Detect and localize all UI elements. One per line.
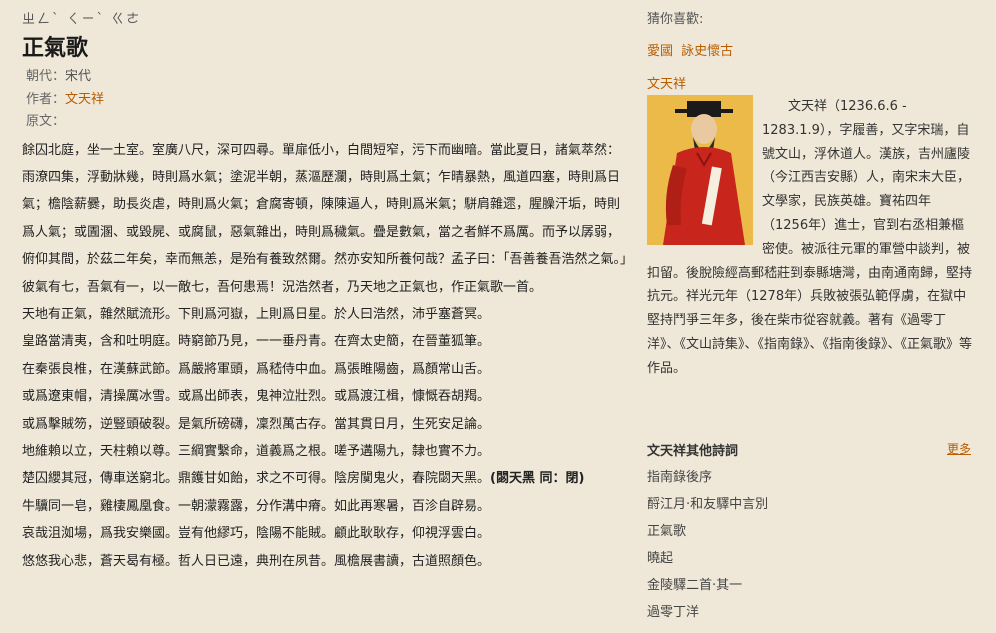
poem-annotation: (閟天黑 同：閉) — [490, 471, 585, 487]
page-title: 正氣歌 — [22, 36, 89, 61]
list-item: 金陵驛二首·其一 — [647, 572, 977, 599]
poem-line: 地維賴以立，天柱賴以尊。三綱實繫命，道義爲之根。嗟予遘陽九，隸也實不力。 — [22, 443, 491, 459]
poem-line: 牛驥同一皂，雞棲鳳凰食。一朝濛霧露，分作溝中瘠。如此再寒暑，百沴自辟易。 — [22, 498, 491, 514]
poem-line: 哀哉沮洳場，爲我安樂國。豈有他繆巧，陰陽不能賊。顧此耿耿存，仰視浮雲白。 — [22, 526, 491, 542]
other-poems-list: 指南錄後序 酹江月·和友驛中言別 正氣歌 曉起 金陵驛二首·其一 過零丁洋 — [647, 464, 977, 626]
author-portrait[interactable] — [647, 95, 753, 245]
poem-link[interactable]: 正氣歌 — [647, 524, 686, 539]
poem-link[interactable]: 指南錄後序 — [647, 470, 712, 485]
more-link[interactable]: 更多 — [947, 440, 971, 457]
list-item: 指南錄後序 — [647, 464, 977, 491]
tag-list: 愛國 詠史懷古 — [647, 40, 977, 59]
recommend-heading: 猜你喜歡: — [647, 12, 704, 27]
poem-line: 天地有正氣，雜然賦流形。下則爲河嶽，上則爲日星。於人曰浩然，沛乎塞蒼冥。 — [22, 306, 491, 322]
list-item: 過零丁洋 — [647, 599, 977, 626]
title-zhuyin: ㄓㄥˋ ㄑㄧˋ ㄍㄜ — [22, 12, 142, 27]
poem-preface: 餘囚北庭，坐一土室。室廣八尺，深可四尋。單扉低小，白間短窄，污下而幽暗。當此夏日… — [22, 142, 627, 295]
poem-main: ㄓㄥˋ ㄑㄧˋ ㄍㄜ 正氣歌 朝代：宋代 作者：文天祥 原文： 餘囚北庭，坐一土… — [22, 8, 632, 575]
poem-line-text: 楚囚纓其冠，傳車送窮北。鼎鑊甘如飴，求之不可得。陰房闃鬼火，春院閟天黑。 — [22, 471, 491, 487]
poem-meta: 朝代：宋代 作者：文天祥 原文： — [26, 66, 632, 134]
poem-line: 楚囚纓其冠，傳車送窮北。鼎鑊甘如飴，求之不可得。陰房闃鬼火，春院閟天黑。(閟天黑… — [22, 465, 632, 492]
poem-link[interactable]: 酹江月·和友驛中言別 — [647, 497, 768, 512]
author-link[interactable]: 文天祥 — [65, 92, 104, 107]
dynasty-label: 朝代： — [26, 69, 66, 84]
poem-line: 悠悠我心悲，蒼天曷有極。哲人日已遠，典刑在夙昔。風檐展書讀，古道照顏色。 — [22, 553, 491, 569]
portrait-icon — [647, 95, 753, 245]
source-label: 原文： — [26, 114, 66, 129]
author-label: 作者： — [26, 91, 66, 107]
list-item: 曉起 — [647, 545, 977, 572]
author-card: 文天祥（1236.6.6 - 1283.1.9），字履善，又字宋瑞，自號文山，浮… — [647, 95, 977, 440]
poem-link[interactable]: 曉起 — [647, 551, 673, 566]
poem-line: 或爲遼東帽，清操厲冰雪。或爲出師表，鬼神泣壯烈。或爲渡江楫，慷慨吞胡羯。 — [22, 389, 491, 405]
poem-link[interactable]: 過零丁洋 — [647, 605, 699, 620]
author-row: 作者：文天祥 — [26, 89, 632, 112]
other-poems-header: 文天祥其他詩詞 更多 — [647, 440, 977, 464]
list-item: 正氣歌 — [647, 518, 977, 545]
dynasty-value: 宋代 — [65, 69, 92, 84]
poem-line: 或爲擊賊笏，逆豎頭破裂。是氣所磅礴，凜烈萬古存。當其貫日月，生死安足論。 — [22, 416, 491, 432]
sidebar: 猜你喜歡: 愛國 詠史懷古 文天祥 文天祥（1236.6.6 - 1283.1.… — [647, 8, 977, 626]
tag-link[interactable]: 愛國 — [647, 44, 673, 59]
dynasty-row: 朝代：宋代 — [26, 66, 632, 89]
poem-line: 在秦張良椎，在漢蘇武節。爲嚴將軍頭，爲嵇侍中血。爲張睢陽齒，爲顏常山舌。 — [22, 361, 491, 377]
poem-link[interactable]: 金陵驛二首·其一 — [647, 578, 742, 593]
poem-line: 皇路當清夷，含和吐明庭。時窮節乃見，一一垂丹青。在齊太史簡，在晉董狐筆。 — [22, 334, 491, 350]
author-name-heading[interactable]: 文天祥 — [647, 73, 977, 93]
tag-link[interactable]: 詠史懷古 — [681, 44, 733, 59]
other-poems-heading: 文天祥其他詩詞 — [647, 444, 739, 459]
list-item: 酹江月·和友驛中言別 — [647, 491, 977, 518]
poem-body: 餘囚北庭，坐一土室。室廣八尺，深可四尋。單扉低小，白間短窄，污下而幽暗。當此夏日… — [22, 137, 632, 576]
